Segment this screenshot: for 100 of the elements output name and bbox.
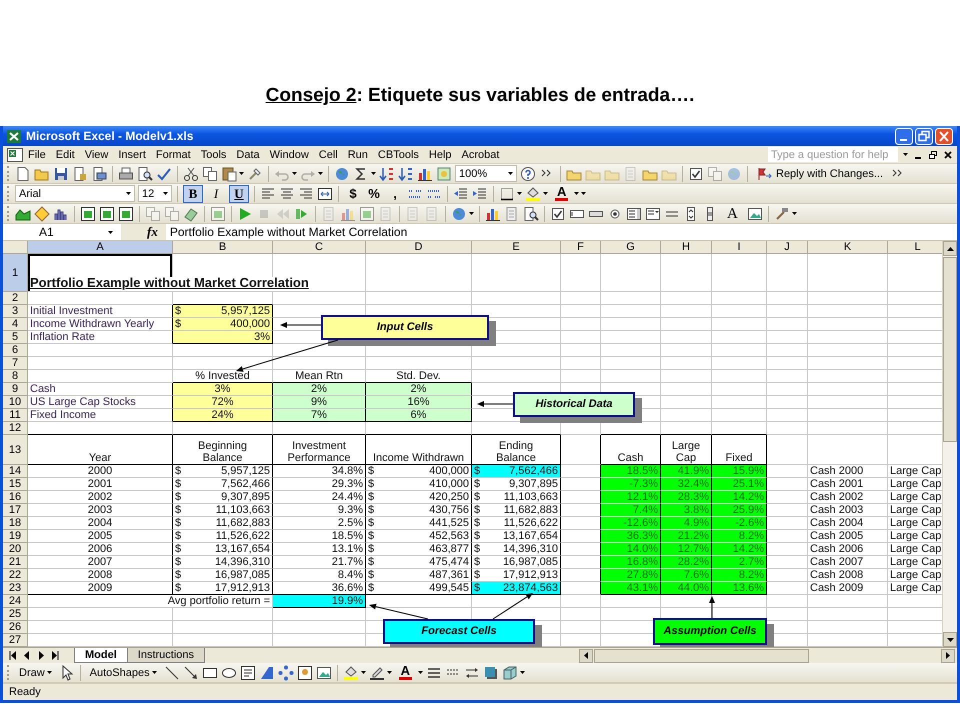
framed-figure-icon[interactable] (296, 664, 313, 680)
close-button[interactable] (935, 128, 953, 144)
column-header[interactable]: D (366, 241, 472, 254)
row-header[interactable]: 4 (3, 318, 28, 331)
row-header[interactable]: 7 (3, 357, 28, 370)
text-box-icon[interactable] (240, 664, 256, 680)
scroll-up-button[interactable] (943, 241, 957, 256)
printer-icon[interactable] (118, 166, 134, 182)
menu-item[interactable]: Help (424, 146, 457, 162)
column-header[interactable]: E (472, 241, 561, 254)
scrollbar-thumb[interactable] (594, 648, 809, 662)
row-header[interactable]: 8 (3, 370, 28, 383)
menu-item[interactable]: View (80, 146, 114, 162)
column-header[interactable]: K (808, 241, 888, 254)
row-header[interactable]: 25 (3, 608, 28, 621)
menu-item[interactable]: CBTools (372, 146, 424, 162)
row-header[interactable]: 19 (3, 530, 28, 543)
checkbox-icon[interactable] (688, 166, 704, 182)
font-name-field[interactable]: Arial (15, 185, 135, 202)
minimize-button[interactable] (895, 128, 913, 144)
paint-bucket-icon[interactable] (525, 186, 541, 202)
framed-picture-icon[interactable] (99, 206, 115, 222)
align-left-icon[interactable] (260, 186, 276, 202)
row-header[interactable]: 18 (3, 517, 28, 530)
menu-item[interactable]: Edit (50, 146, 80, 162)
label-tool-button[interactable]: A (721, 204, 744, 222)
document-magnifier-icon[interactable] (137, 166, 153, 182)
menu-item[interactable]: Tools (196, 146, 232, 162)
column-header[interactable]: J (767, 241, 808, 254)
line-icon[interactable] (164, 664, 180, 680)
scroll-right-button[interactable] (941, 648, 955, 662)
column-header[interactable]: L (888, 241, 942, 254)
menu-item[interactable]: Run (342, 146, 373, 162)
help-icon[interactable] (520, 166, 536, 182)
picture-icon[interactable] (316, 664, 332, 680)
framed-picture-icon[interactable] (118, 206, 134, 222)
borders-icon[interactable] (499, 186, 515, 202)
caret-icon[interactable] (318, 172, 323, 175)
caret-icon[interactable] (418, 671, 423, 674)
menu-item[interactable]: Format (150, 146, 196, 162)
tab-scroll-button[interactable] (49, 651, 61, 660)
name-box[interactable]: A1 (3, 224, 121, 240)
close-icon[interactable] (943, 150, 953, 160)
caret-icon[interactable] (371, 172, 376, 175)
row-header[interactable]: 12 (3, 422, 28, 435)
paint-bucket-icon[interactable] (342, 664, 359, 680)
caret-icon[interactable] (517, 192, 522, 195)
menu-item[interactable]: Data (231, 146, 265, 162)
caret-icon[interactable] (386, 671, 392, 674)
align-center-icon[interactable] (279, 186, 295, 202)
caret-icon[interactable] (792, 212, 797, 215)
scissors-icon[interactable] (183, 166, 199, 182)
sheet-tab[interactable]: Model (74, 648, 128, 663)
caret-icon[interactable] (292, 172, 297, 175)
row-header[interactable]: 20 (3, 543, 28, 556)
document-lock-icon[interactable] (72, 166, 88, 182)
row-header[interactable]: 13 (3, 435, 28, 465)
column-header[interactable]: C (273, 241, 366, 254)
caret-icon[interactable] (543, 192, 548, 195)
row-header[interactable]: 21 (3, 556, 28, 569)
number-format-button[interactable]: , (386, 184, 404, 202)
row-header[interactable]: 16 (3, 491, 28, 504)
caret-icon[interactable] (360, 671, 366, 674)
column-header[interactable]: G (601, 241, 661, 254)
sort-ascending-icon[interactable] (379, 166, 395, 182)
align-right-icon[interactable] (298, 186, 314, 202)
menu-item[interactable]: Cell (314, 146, 343, 162)
column-header[interactable]: H (661, 241, 712, 254)
caret-icon[interactable] (239, 172, 244, 175)
formula-field[interactable]: Portfolio Example without Market Correlation (166, 224, 957, 240)
scroll-left-button[interactable] (579, 648, 593, 662)
row-header[interactable]: 15 (3, 478, 28, 491)
menu-item[interactable]: Window (264, 146, 314, 162)
row-header[interactable]: 23 (3, 582, 28, 595)
menu-item[interactable]: File (23, 146, 51, 162)
shadow-square-icon[interactable] (483, 664, 499, 680)
draw-menu-button[interactable]: Draw (15, 664, 56, 682)
picture-icon[interactable] (746, 206, 763, 222)
column-header[interactable]: A (28, 241, 173, 254)
row-header[interactable]: 5 (3, 331, 28, 344)
column-header[interactable]: F (561, 241, 601, 254)
row-header[interactable]: 2 (3, 292, 28, 305)
number-format-button[interactable]: % (365, 184, 383, 202)
row-header[interactable]: 9 (3, 383, 28, 396)
row-header[interactable]: 22 (3, 569, 28, 582)
text-style-button[interactable]: B (183, 184, 203, 202)
scrollbar-thumb[interactable] (943, 257, 957, 442)
merge-cells-icon[interactable] (317, 186, 333, 202)
outdent-icon[interactable] (453, 186, 469, 202)
font-size-field[interactable]: 12 (138, 185, 172, 202)
row-header[interactable]: 6 (3, 344, 28, 357)
scroll-down-button[interactable] (943, 632, 957, 647)
number-format-button[interactable]: $ (344, 184, 362, 202)
sort-descending-icon[interactable] (398, 166, 414, 182)
combo-box-icon[interactable] (645, 206, 661, 222)
row-header[interactable]: 26 (3, 621, 28, 634)
list-box-icon[interactable] (626, 206, 642, 222)
help-search-field[interactable]: Type a question for help (768, 147, 898, 162)
reply-with-changes-button[interactable]: Reply with Changes... (753, 164, 887, 182)
restore-button[interactable] (915, 128, 933, 144)
